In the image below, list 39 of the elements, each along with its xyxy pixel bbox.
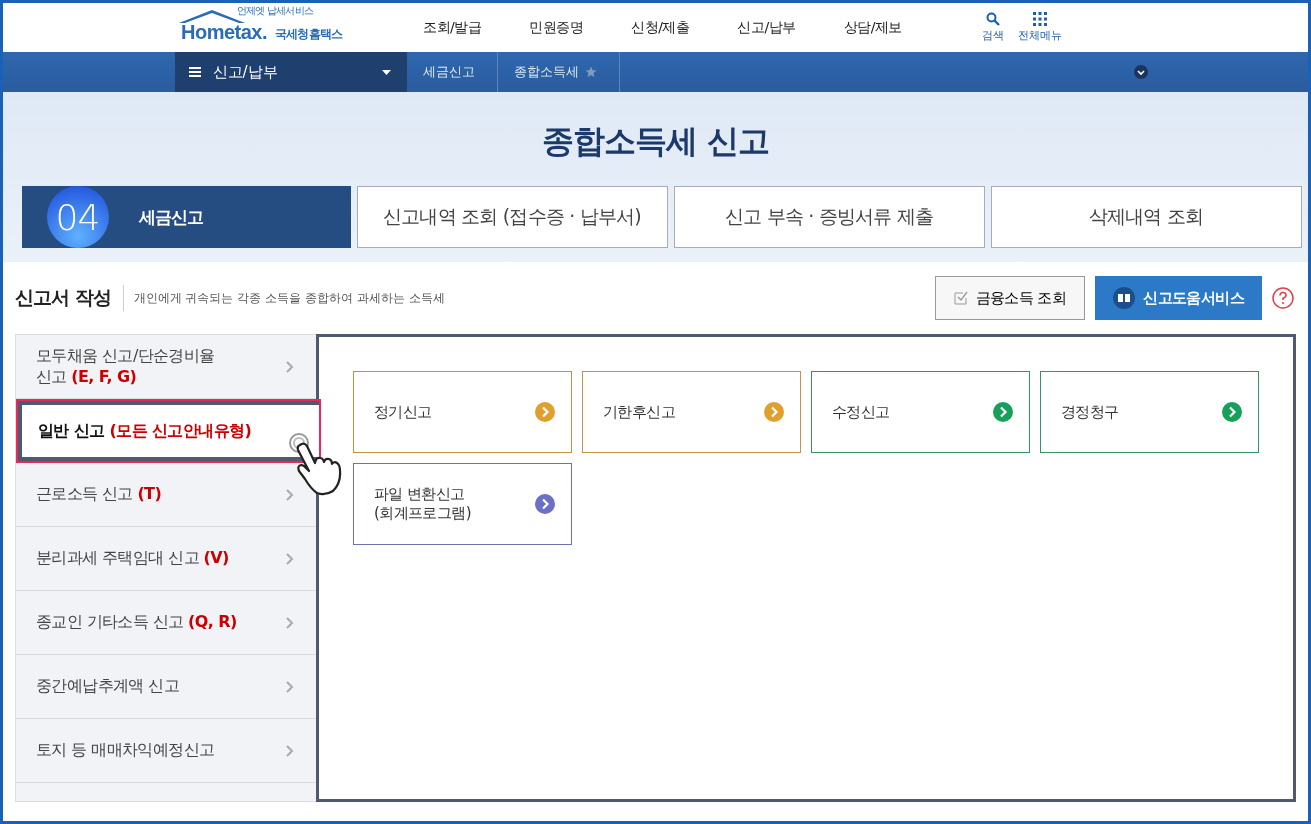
help-icon[interactable] bbox=[1272, 287, 1294, 309]
search-icon bbox=[985, 12, 1000, 26]
checkbox-icon bbox=[953, 291, 968, 305]
step-tab[interactable]: 삭제내역 조회 bbox=[990, 186, 1302, 248]
chevron-right-icon bbox=[286, 488, 294, 501]
tool-link[interactable]: 전체메뉴 bbox=[1017, 12, 1062, 43]
step-tab[interactable]: 04 세금신고 bbox=[21, 186, 351, 248]
option-card[interactable]: 수정신고 bbox=[811, 371, 1030, 453]
action-button[interactable]: 금융소득 조회 bbox=[934, 276, 1086, 320]
section-title: 신고서 작성 bbox=[15, 285, 124, 311]
option-card[interactable]: 파일 변환신고 (회계프로그램) bbox=[353, 463, 572, 545]
step-tab[interactable]: 신고내역 조회 (접수증 · 납부서) bbox=[356, 186, 668, 248]
menu-icon bbox=[189, 67, 201, 77]
menu-link[interactable]: 조회/발급 bbox=[423, 18, 482, 37]
chevron-right-icon bbox=[286, 552, 294, 565]
chevron-down-icon[interactable] bbox=[1134, 65, 1148, 79]
chevron-right-icon bbox=[286, 360, 294, 373]
option-card[interactable]: 기한후신고 bbox=[582, 371, 801, 453]
menu-link[interactable]: 상담/제보 bbox=[843, 18, 902, 37]
caret-icon bbox=[382, 69, 391, 75]
menu-dropdown[interactable]: 신고/납부 bbox=[175, 52, 407, 92]
option-card[interactable]: 경정청구 bbox=[1040, 371, 1259, 453]
logo-name[interactable]: 국세청홈택스 bbox=[275, 25, 343, 43]
chevron-right-icon bbox=[286, 616, 294, 629]
chevron-right-icon bbox=[286, 680, 294, 693]
tool-link[interactable]: 검색 bbox=[981, 12, 1004, 43]
action-button[interactable]: 신고도움서비스 bbox=[1095, 276, 1262, 320]
menu-link[interactable]: 신청/제출 bbox=[631, 18, 690, 37]
logo-text[interactable]: Hometax. bbox=[181, 20, 268, 44]
page-title: 종합소득세 신고 bbox=[541, 121, 770, 162]
menu-link[interactable]: 신고/납부 bbox=[737, 18, 796, 37]
star-icon bbox=[585, 66, 597, 78]
chevron-right-icon bbox=[286, 744, 294, 757]
option-card[interactable]: 정기신고 bbox=[353, 371, 572, 453]
step-tab[interactable]: 신고 부속 · 증빙서류 제출 bbox=[673, 186, 985, 248]
section-description: 개인에게 귀속되는 각종 소득을 종합하여 과세하는 소득세 bbox=[133, 289, 445, 307]
menu-link[interactable]: 민원증명 bbox=[529, 18, 584, 37]
grid-icon bbox=[1032, 12, 1047, 26]
logo-tagline: 언제엣 납세서비스 bbox=[237, 3, 313, 18]
